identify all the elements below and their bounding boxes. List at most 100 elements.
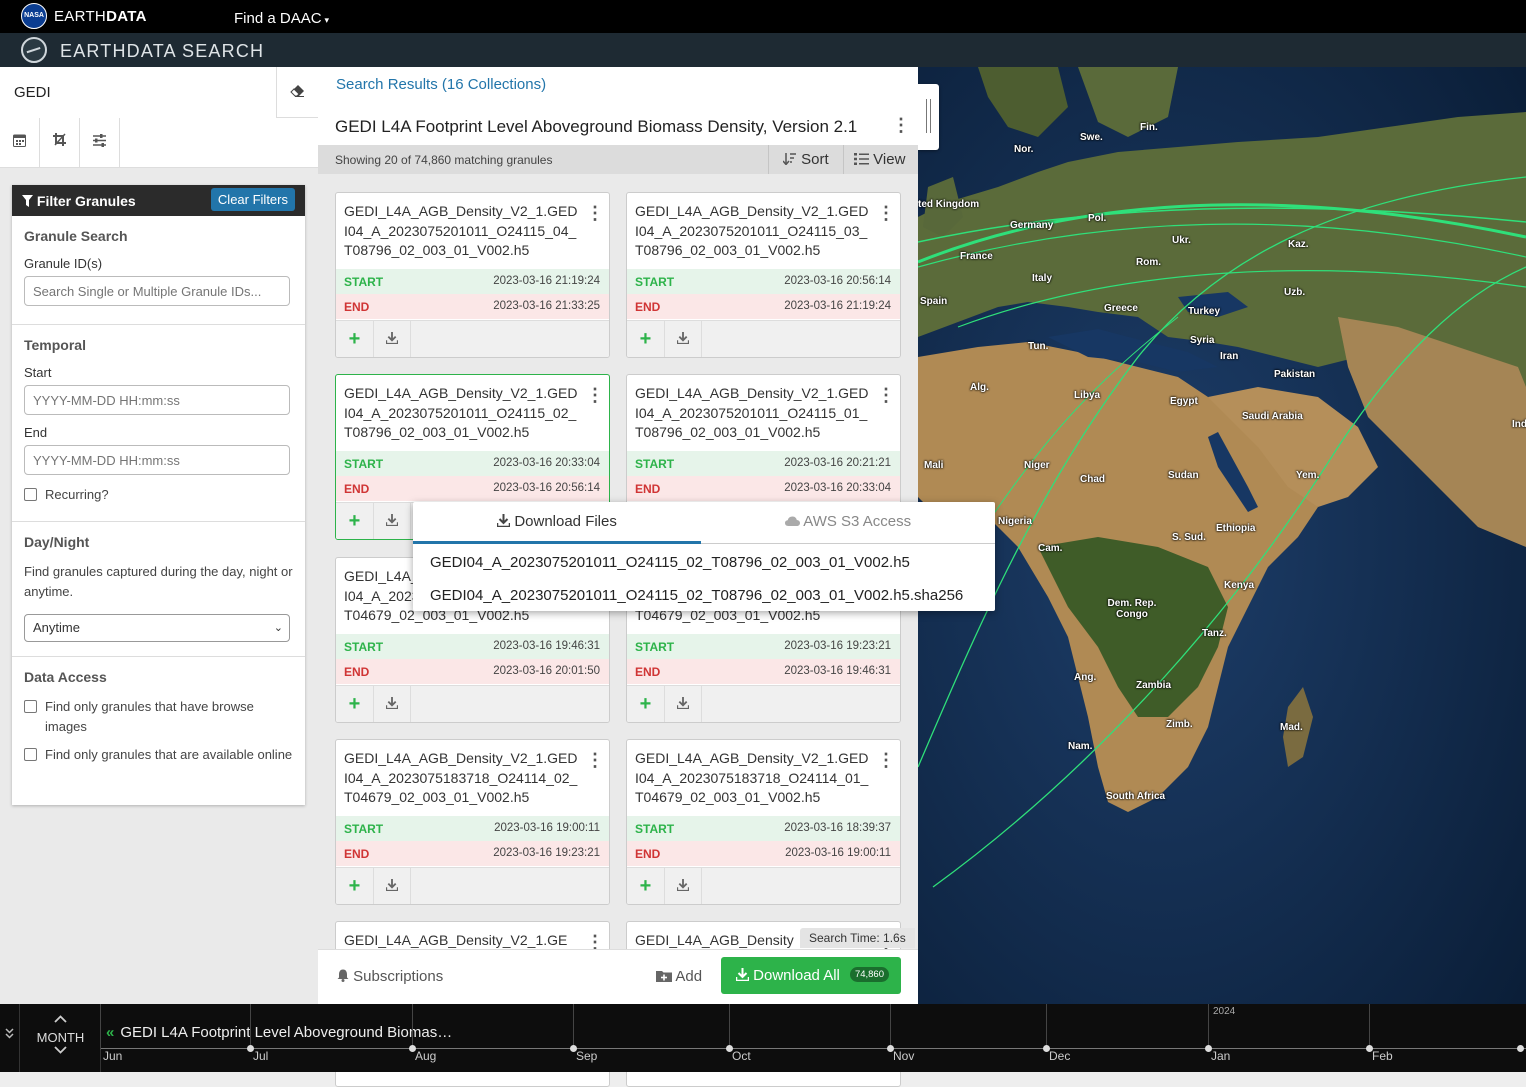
add-granule-icon[interactable]: + bbox=[627, 686, 665, 722]
download-popover: Download Files AWS S3 Access GEDI04_A_20… bbox=[413, 502, 995, 611]
download-granule-icon[interactable] bbox=[374, 686, 411, 722]
map-country-label: Rom. bbox=[1136, 257, 1161, 268]
granule-card[interactable]: GEDI_L4A_AGB_Density_V2_1.GEDI04_A_20230… bbox=[626, 192, 901, 358]
granule-card[interactable]: GEDI_L4A_AGB_Density_V2_1.GEDI04_A_20230… bbox=[335, 739, 610, 905]
more-options-icon[interactable]: ⋮ bbox=[586, 203, 604, 224]
clear-filters-button[interactable]: Clear Filters bbox=[210, 188, 295, 211]
add-label: Add bbox=[675, 968, 703, 985]
chevron-down-icon[interactable] bbox=[54, 1046, 67, 1057]
more-options-icon[interactable]: ⋮ bbox=[877, 203, 895, 224]
map-country-label: Pakistan bbox=[1274, 369, 1316, 380]
add-granule-icon[interactable]: + bbox=[336, 321, 374, 357]
granule-ids-input[interactable] bbox=[24, 276, 290, 306]
granule-end-row: END 2023-03-16 19:23:21 bbox=[336, 841, 609, 866]
download-icon bbox=[735, 967, 753, 984]
more-options-icon[interactable]: ⋮ bbox=[586, 385, 604, 406]
download-granule-icon[interactable] bbox=[665, 321, 702, 357]
more-options-icon[interactable]: ⋮ bbox=[877, 385, 895, 406]
find-daac-menu[interactable]: Find a DAAC ▾ bbox=[234, 10, 329, 27]
granule-end-time: 2023-03-16 19:23:21 bbox=[493, 847, 600, 859]
tab-download-files[interactable]: Download Files bbox=[413, 502, 701, 544]
eraser-icon[interactable] bbox=[276, 67, 318, 118]
subscriptions-button[interactable]: Subscriptions bbox=[337, 968, 443, 985]
online-checkbox-row[interactable]: Find only granules that are available on… bbox=[24, 745, 293, 765]
recurring-label: Recurring? bbox=[45, 487, 109, 502]
crop-icon[interactable] bbox=[40, 118, 80, 168]
add-granule-icon[interactable]: + bbox=[627, 321, 665, 357]
tab-aws-s3-access[interactable]: AWS S3 Access bbox=[701, 502, 995, 544]
view-button[interactable]: View bbox=[843, 145, 918, 174]
browse-checkbox-row[interactable]: Find only granules that have browse imag… bbox=[24, 697, 293, 737]
add-granule-icon[interactable]: + bbox=[336, 686, 374, 722]
granule-end-row: END 2023-03-16 19:00:11 bbox=[627, 841, 900, 866]
download-link-h5[interactable]: GEDI04_A_2023075201011_O24115_02_T08796_… bbox=[430, 554, 910, 571]
add-granule-icon[interactable]: + bbox=[627, 868, 665, 904]
search-input[interactable] bbox=[0, 67, 276, 118]
add-granule-icon[interactable]: + bbox=[336, 503, 374, 539]
granule-name: GEDI_L4A_AGB_Density_V2_1.GEDI04_A_20230… bbox=[344, 385, 578, 440]
sliders-icon[interactable] bbox=[80, 118, 120, 168]
double-chevron-left-icon[interactable]: « bbox=[106, 1024, 114, 1041]
day-night-help: Find granules captured during the day, n… bbox=[24, 564, 293, 599]
panel-resize-handle[interactable] bbox=[918, 84, 939, 150]
more-options-icon[interactable]: ⋮ bbox=[892, 115, 910, 136]
end-label: END bbox=[635, 300, 661, 314]
end-date-input[interactable] bbox=[24, 445, 290, 475]
timeline-month-label[interactable]: Aug bbox=[415, 1049, 436, 1063]
end-label: END bbox=[635, 665, 661, 679]
map-country-label: ted Kingdom bbox=[918, 199, 980, 210]
calendar-icon[interactable] bbox=[0, 118, 40, 168]
granule-end-time: 2023-03-16 20:01:50 bbox=[493, 665, 600, 677]
timeline-month-label[interactable]: Jan bbox=[1211, 1049, 1230, 1063]
sort-button[interactable]: Sort bbox=[768, 145, 843, 174]
start-date-input[interactable] bbox=[24, 385, 290, 415]
more-options-icon[interactable]: ⋮ bbox=[877, 750, 895, 771]
double-chevron-down-icon[interactable] bbox=[0, 1004, 20, 1072]
download-all-button[interactable]: Download All 74,860 bbox=[721, 957, 901, 994]
timeline-month-label[interactable]: Sep bbox=[576, 1049, 597, 1063]
browse-checkbox[interactable] bbox=[24, 700, 37, 713]
download-granule-icon[interactable] bbox=[374, 321, 411, 357]
timeline-month-label[interactable]: Jun bbox=[103, 1049, 122, 1063]
chevron-up-icon[interactable] bbox=[54, 1015, 67, 1026]
map-country-label: Spain bbox=[920, 296, 948, 307]
granule-end-row: END 2023-03-16 20:33:04 bbox=[627, 476, 900, 501]
map-country-label: France bbox=[960, 251, 993, 262]
download-granule-icon[interactable] bbox=[374, 503, 411, 539]
nasa-logo[interactable]: NASA bbox=[21, 3, 47, 29]
map-view[interactable]: Fin. Swe. Nor. ted Kingdom Germany Pol. Ukr. Ka… bbox=[918, 67, 1526, 1004]
timeline-month-label[interactable]: Jul bbox=[253, 1049, 268, 1063]
collection-title: GEDI L4A Footprint Level Aboveground Bio… bbox=[335, 117, 858, 136]
map-country-label: Libya bbox=[1074, 390, 1101, 401]
timeline-month-label[interactable]: Nov bbox=[893, 1049, 914, 1063]
granule-actions: + bbox=[627, 320, 900, 357]
download-link-sha256[interactable]: GEDI04_A_2023075201011_O24115_02_T08796_… bbox=[430, 587, 963, 604]
timeline-month-label[interactable]: Dec bbox=[1049, 1049, 1070, 1063]
map-country-label: Zimb. bbox=[1166, 719, 1193, 730]
download-granule-icon[interactable] bbox=[665, 686, 702, 722]
granule-card[interactable]: GEDI_L4A_AGB_Density_V2_1.GEDI04_A_20230… bbox=[626, 739, 901, 905]
download-granule-icon[interactable] bbox=[374, 868, 411, 904]
search-time: Search Time: 1.6s bbox=[800, 928, 915, 948]
timeline-zoom-control[interactable]: MONTH bbox=[20, 1004, 101, 1072]
add-granule-icon[interactable]: + bbox=[336, 868, 374, 904]
day-night-select[interactable]: Anytime ⌄ bbox=[24, 614, 290, 642]
recurring-checkbox-row[interactable]: Recurring? bbox=[24, 485, 293, 505]
app-title[interactable]: EARTHDATA SEARCH bbox=[60, 41, 264, 62]
online-checkbox[interactable] bbox=[24, 748, 37, 761]
timeline-month-label[interactable]: Oct bbox=[732, 1049, 751, 1063]
search-results-link[interactable]: Search Results (16 Collections) bbox=[336, 76, 546, 93]
map-country-label: S. Sud. bbox=[1172, 532, 1206, 543]
timeline-marker[interactable] bbox=[1517, 1045, 1524, 1052]
granule-card[interactable]: GEDI_L4A_AGB_Density_V2_1.GEDI04_A_20230… bbox=[335, 192, 610, 358]
download-granule-icon[interactable] bbox=[665, 868, 702, 904]
timeline-month-label[interactable]: Feb bbox=[1372, 1049, 1393, 1063]
map-country-label: Iran bbox=[1220, 351, 1239, 362]
earthdata-brand[interactable]: EARTHDATA bbox=[54, 8, 147, 25]
add-to-project-button[interactable]: Add bbox=[656, 968, 702, 985]
data-access-title: Data Access bbox=[24, 669, 107, 685]
more-options-icon[interactable]: ⋮ bbox=[586, 750, 604, 771]
map-country-label: Chad bbox=[1080, 474, 1105, 485]
recurring-checkbox[interactable] bbox=[24, 488, 37, 501]
earthdata-search-logo[interactable] bbox=[21, 37, 47, 63]
